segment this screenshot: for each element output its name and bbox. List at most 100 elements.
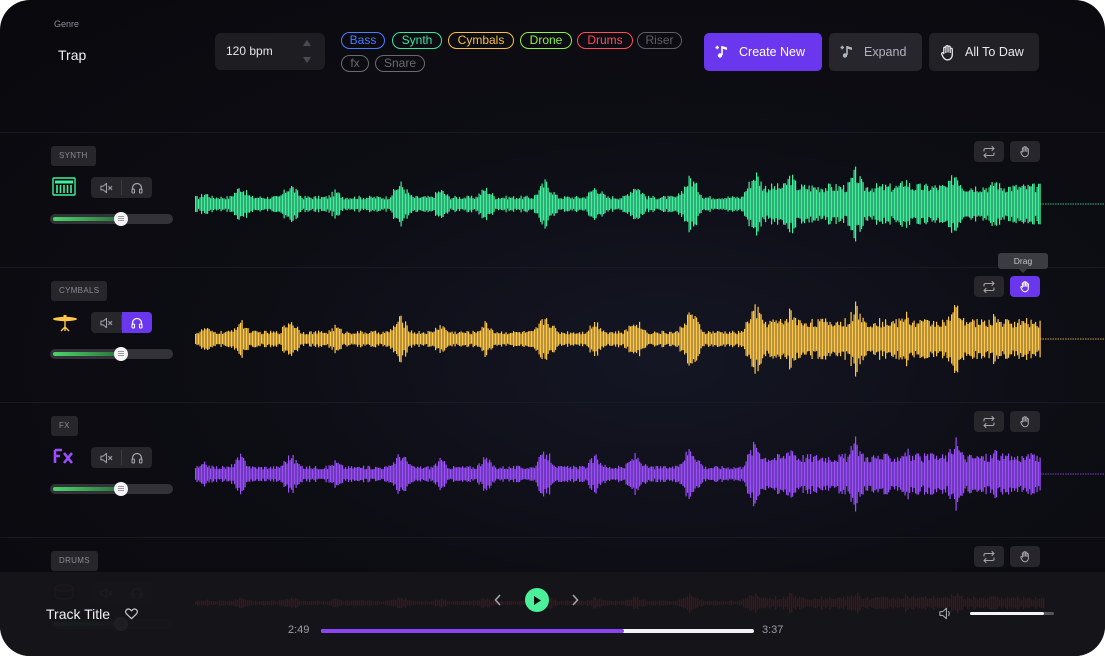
volume-slider[interactable]	[970, 612, 1054, 615]
keyboard-icon	[52, 177, 76, 197]
mute-icon	[99, 317, 112, 328]
loop-icon	[983, 415, 995, 428]
track-cymbals: CYMBALS	[0, 267, 1105, 402]
music-expand-icon	[840, 45, 852, 58]
track-label: FX	[51, 416, 78, 436]
drag-hand-icon	[1020, 146, 1029, 158]
track-divider	[0, 132, 1105, 133]
loop-icon	[983, 550, 995, 563]
waveform[interactable]	[195, 299, 1105, 379]
headphones-icon	[131, 317, 143, 329]
fx-icon	[52, 447, 76, 467]
chevron-left-icon	[494, 594, 501, 606]
chevron-right-icon	[572, 594, 579, 606]
mute-button[interactable]	[91, 177, 121, 198]
headphones-icon	[131, 182, 143, 194]
loop-button[interactable]	[974, 141, 1004, 162]
track-synth: SYNTH	[0, 132, 1105, 267]
bpm-up-icon[interactable]	[303, 40, 311, 46]
volume-icon[interactable]	[938, 606, 953, 621]
drag-hand-icon	[1020, 551, 1029, 563]
tag-cymbals[interactable]: Cymbals	[448, 32, 514, 49]
bpm-stepper[interactable]: 120 bpm	[215, 33, 325, 70]
all-to-daw-label: All To Daw	[965, 45, 1024, 59]
track-volume-knob[interactable]	[114, 347, 129, 361]
loop-button[interactable]	[974, 276, 1004, 297]
expand-label: Expand	[864, 45, 907, 59]
loop-button[interactable]	[974, 411, 1004, 432]
drag-button[interactable]	[1010, 546, 1040, 567]
waveform[interactable]	[195, 434, 1105, 514]
music-plus-icon	[715, 45, 727, 58]
mute-solo-group	[91, 447, 152, 468]
progress-fill	[321, 629, 625, 633]
track-fx: FX	[0, 402, 1105, 537]
solo-button[interactable]	[122, 177, 152, 198]
track-title: Track Title	[46, 606, 111, 622]
drag-button[interactable]	[1010, 276, 1040, 297]
drag-hand-icon	[1020, 416, 1029, 428]
solo-button[interactable]	[122, 447, 152, 468]
app-window: Genre Trap 120 bpm Bass Synth Cymbals Drone…	[0, 0, 1105, 656]
drag-hand-icon	[1020, 281, 1029, 293]
tag-riser[interactable]: Riser	[637, 32, 682, 49]
tag-drone[interactable]: Drone	[520, 32, 572, 49]
drag-button[interactable]	[1010, 141, 1040, 162]
track-volume-fill	[53, 487, 121, 491]
loop-button[interactable]	[974, 546, 1004, 567]
next-button[interactable]	[568, 592, 582, 608]
tag-fx[interactable]: fx	[341, 55, 369, 72]
tag-synth[interactable]: Synth	[392, 32, 442, 49]
all-to-daw-button[interactable]: All To Daw	[929, 33, 1039, 71]
headphones-icon	[131, 452, 143, 464]
waveform[interactable]	[195, 164, 1105, 244]
loop-icon	[983, 280, 995, 293]
create-new-label: Create New	[739, 45, 805, 59]
bpm-down-icon[interactable]	[303, 57, 311, 63]
track-label: SYNTH	[51, 146, 96, 166]
hand-icon	[940, 44, 953, 61]
mute-solo-group	[91, 312, 152, 333]
track-volume-slider[interactable]	[50, 212, 173, 226]
play-icon	[534, 595, 541, 605]
tag-bass[interactable]: Bass	[341, 32, 385, 49]
track-label: CYMBALS	[51, 281, 108, 301]
player-ghost-waveform	[195, 592, 1045, 614]
create-new-button[interactable]: Create New	[704, 33, 822, 71]
genre-label: Genre	[54, 19, 80, 29]
progress-bar[interactable]	[321, 629, 754, 633]
play-button[interactable]	[525, 588, 549, 612]
track-volume-fill	[53, 217, 121, 221]
player-bar: Track Title 2:49 3:37	[0, 572, 1105, 656]
track-volume-knob[interactable]	[114, 482, 129, 496]
tag-snare[interactable]: Snare	[375, 55, 425, 72]
drag-tooltip: Drag	[998, 253, 1048, 273]
bpm-arrows	[303, 38, 313, 64]
track-divider	[0, 267, 1105, 268]
mute-button[interactable]	[91, 447, 121, 468]
track-volume-knob[interactable]	[114, 212, 129, 226]
previous-button[interactable]	[491, 592, 505, 608]
heart-icon[interactable]	[124, 606, 139, 621]
track-volume-fill	[53, 352, 121, 356]
genre-select[interactable]: Trap	[58, 47, 86, 63]
tag-drums[interactable]: Drums	[577, 32, 633, 49]
mute-button[interactable]	[91, 312, 121, 333]
track-volume-slider[interactable]	[50, 482, 173, 496]
loop-icon	[983, 145, 995, 158]
time-current: 2:49	[288, 624, 310, 636]
volume-fill	[970, 612, 1044, 615]
bpm-value[interactable]: 120 bpm	[226, 44, 273, 58]
solo-button[interactable]	[122, 312, 152, 333]
mute-icon	[99, 452, 112, 463]
cymbal-icon	[52, 312, 77, 332]
track-label: DRUMS	[51, 551, 98, 571]
mute-icon	[99, 182, 112, 193]
track-divider	[0, 537, 1105, 538]
expand-button[interactable]: Expand	[829, 33, 922, 71]
time-total: 3:37	[762, 624, 784, 636]
track-divider	[0, 402, 1105, 403]
drag-button[interactable]	[1010, 411, 1040, 432]
track-volume-slider[interactable]	[50, 347, 173, 361]
mute-solo-group	[91, 177, 152, 198]
